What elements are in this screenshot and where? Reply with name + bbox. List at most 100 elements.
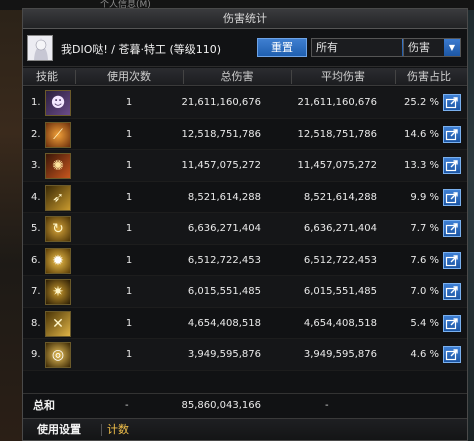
- table-row[interactable]: 5. ↻ 1 6,636,271,404 6,636,271,404 7.7 %: [23, 213, 467, 245]
- table-row[interactable]: 6. ✹ 1 6,512,722,453 6,512,722,453 7.6 %: [23, 245, 467, 276]
- skill-table-body: 1. ☻ 1 21,611,160,676 21,611,160,676 25.2 % 2.…: [23, 87, 467, 371]
- column-uses[interactable]: 使用次数: [79, 68, 179, 86]
- totals-avg: -: [325, 400, 329, 411]
- row-rank: 5.: [31, 223, 41, 234]
- fire-skill-icon: ✺: [45, 153, 71, 179]
- share-icon[interactable]: [443, 125, 461, 143]
- row-rank: 1.: [31, 97, 41, 108]
- window-title[interactable]: 伤害统计: [23, 9, 467, 29]
- row-avg-damage: 8,521,614,288: [303, 191, 377, 203]
- row-total-damage: 4,654,408,518: [187, 317, 261, 329]
- share-icon[interactable]: [443, 251, 461, 269]
- player-name: 我DIO哒! / 苍暮·特工 (等级110): [61, 43, 222, 56]
- totals-total: 85,860,043,166: [181, 400, 261, 411]
- type-dropdown-value: 伤害: [408, 41, 430, 54]
- table-row[interactable]: 4. ➶ 1 8,521,614,288 8,521,614,288 9.9 %: [23, 182, 467, 213]
- radial-skill-icon: ✷: [45, 279, 71, 305]
- column-divider: [183, 70, 184, 84]
- row-avg-damage: 21,611,160,676: [297, 97, 377, 108]
- share-icon[interactable]: [443, 346, 461, 363]
- row-total-damage: 12,518,751,786: [181, 128, 261, 140]
- column-divider: [75, 70, 76, 84]
- column-divider: [291, 70, 292, 84]
- row-rank: 6.: [31, 254, 41, 266]
- row-uses: 1: [125, 191, 133, 203]
- column-total[interactable]: 总伤害: [187, 68, 287, 86]
- row-avg-damage: 12,518,751,786: [297, 128, 377, 140]
- cross-blade-skill-icon: ✕: [45, 310, 71, 337]
- totals-uses: -: [125, 400, 129, 411]
- burst-skill-icon: ✹: [45, 247, 71, 274]
- background-scene-left: [0, 0, 24, 441]
- row-avg-damage: 6,015,551,485: [303, 286, 377, 297]
- reset-button[interactable]: 重置: [257, 38, 307, 57]
- column-skill[interactable]: 技能: [25, 68, 69, 86]
- row-uses: 1: [125, 317, 133, 329]
- row-damage-share: 4.6 %: [410, 349, 439, 360]
- row-rank: 4.: [31, 191, 41, 203]
- row-uses: 1: [125, 97, 133, 108]
- row-damage-share: 14.6 %: [404, 128, 439, 140]
- row-damage-share: 25.2 %: [404, 97, 439, 108]
- row-avg-damage: 3,949,595,876: [303, 349, 377, 360]
- row-avg-damage: 4,654,408,518: [303, 317, 377, 329]
- row-total-damage: 6,015,551,485: [187, 286, 261, 297]
- row-uses: 1: [125, 286, 133, 297]
- table-header: 技能 使用次数 总伤害 平均伤害 伤害占比: [23, 68, 467, 86]
- totals-row: 总和 - 85,860,043,166 -: [23, 393, 467, 417]
- row-uses: 1: [125, 349, 133, 360]
- table-row[interactable]: 2. ⟋ 1 12,518,751,786 12,518,751,786 14.6 %: [23, 119, 467, 150]
- column-divider: [395, 70, 396, 84]
- footer-divider: [101, 424, 102, 436]
- row-rank: 9.: [31, 349, 41, 360]
- table-row[interactable]: 8. ✕ 1 4,654,408,518 4,654,408,518 5.4 %: [23, 308, 467, 339]
- column-pct[interactable]: 伤害占比: [399, 68, 459, 86]
- count-tab[interactable]: 计数: [107, 419, 129, 441]
- player-header: 我DIO哒! / 苍暮·特工 (等级110) 重置 所有 ▼ 伤害 ▼: [23, 29, 467, 67]
- table-row[interactable]: 7. ✷ 1 6,015,551,485 6,015,551,485 7.0 %: [23, 276, 467, 308]
- damage-stats-window: 伤害统计 我DIO哒! / 苍暮·特工 (等级110) 重置 所有 ▼ 伤害 ▼…: [22, 8, 468, 441]
- share-icon[interactable]: [443, 314, 461, 332]
- row-damage-share: 7.7 %: [410, 223, 439, 234]
- row-damage-share: 13.3 %: [404, 160, 439, 171]
- row-uses: 1: [125, 160, 133, 171]
- share-icon[interactable]: [443, 94, 461, 111]
- character-portrait-icon: ☻: [45, 90, 71, 116]
- dash-skill-icon: ➶: [45, 184, 71, 211]
- row-uses: 1: [125, 223, 133, 234]
- avatar: [27, 35, 53, 61]
- row-total-damage: 3,949,595,876: [187, 349, 261, 360]
- row-damage-share: 7.6 %: [410, 254, 439, 266]
- spin-skill-icon: ↻: [45, 216, 71, 242]
- row-uses: 1: [125, 128, 133, 140]
- row-uses: 1: [125, 254, 133, 266]
- row-rank: 7.: [31, 286, 41, 297]
- share-icon[interactable]: [443, 220, 461, 237]
- chevron-down-icon: ▼: [444, 39, 460, 56]
- share-icon[interactable]: [443, 157, 461, 174]
- row-avg-damage: 6,636,271,404: [303, 223, 377, 234]
- row-avg-damage: 6,512,722,453: [303, 254, 377, 266]
- share-icon[interactable]: [443, 283, 461, 300]
- type-dropdown[interactable]: 伤害 ▼: [403, 38, 461, 57]
- row-total-damage: 6,636,271,404: [187, 223, 261, 234]
- row-total-damage: 11,457,075,272: [181, 160, 261, 171]
- row-total-damage: 21,611,160,676: [181, 97, 261, 108]
- usage-settings-tab[interactable]: 使用设置: [37, 419, 81, 441]
- column-avg[interactable]: 平均伤害: [295, 68, 391, 86]
- filter-dropdown-value: 所有: [316, 41, 338, 54]
- row-rank: 3.: [31, 160, 41, 171]
- footer-bar: 使用设置 计数: [23, 418, 467, 440]
- table-row[interactable]: 9. ◎ 1 3,949,595,876 3,949,595,876 4.6 %: [23, 339, 467, 371]
- table-row[interactable]: 1. ☻ 1 21,611,160,676 21,611,160,676 25.2 %: [23, 87, 467, 119]
- slash-skill-icon: ⟋: [45, 121, 71, 148]
- row-rank: 2.: [31, 128, 41, 140]
- ring-skill-icon: ◎: [45, 342, 71, 368]
- row-damage-share: 5.4 %: [410, 317, 439, 329]
- row-damage-share: 7.0 %: [410, 286, 439, 297]
- row-avg-damage: 11,457,075,272: [297, 160, 377, 171]
- totals-label: 总和: [33, 399, 55, 412]
- row-rank: 8.: [31, 317, 41, 329]
- table-row[interactable]: 3. ✺ 1 11,457,075,272 11,457,075,272 13.3 %: [23, 150, 467, 182]
- share-icon[interactable]: [443, 188, 461, 206]
